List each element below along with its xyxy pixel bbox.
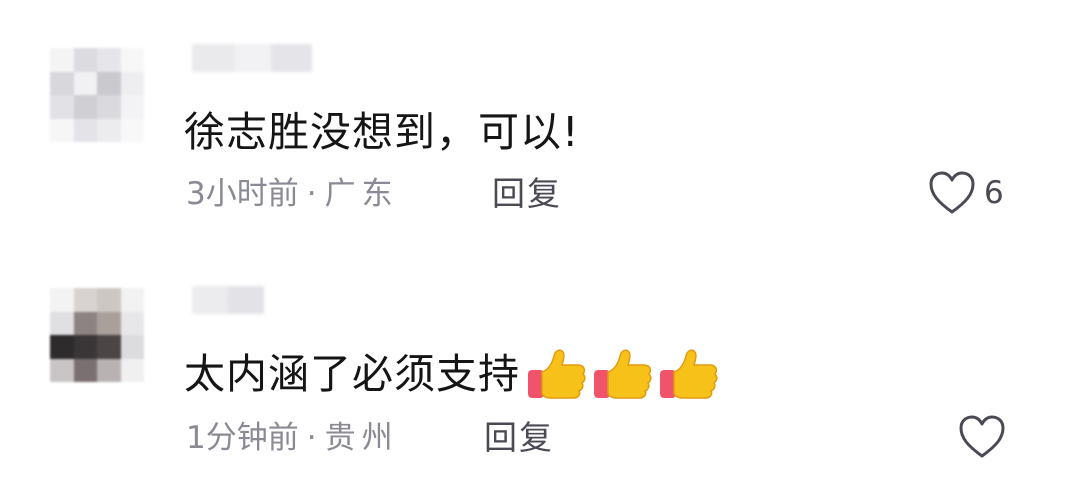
comment-meta: 1分钟前 · 贵州: [186, 418, 399, 458]
avatar[interactable]: [50, 48, 144, 142]
username[interactable]: [192, 286, 264, 314]
comment-time: 3小时前: [186, 176, 299, 212]
comment-item: 太内涵了必须支持 1分钟前 · 贵州 回复: [0, 250, 1078, 502]
heart-icon: [959, 415, 1005, 458]
reaction-emojis: [526, 346, 724, 402]
comment-meta: 3小时前 · 广东: [186, 174, 399, 214]
comment-location: 广东: [324, 176, 399, 212]
like-button[interactable]: 6: [928, 170, 1004, 216]
thumbs-up-icon: [528, 349, 586, 399]
comment-text: 太内涵了必须支持: [184, 346, 724, 402]
comment-item: 徐志胜没想到，可以! 3小时前 · 广东 回复 6: [0, 0, 1078, 250]
comment-text-content: 徐志胜没想到，可以!: [184, 108, 580, 156]
reply-button[interactable]: 回复: [492, 174, 562, 214]
thumbs-up-icon: [660, 349, 718, 399]
reply-button[interactable]: 回复: [484, 418, 554, 458]
avatar[interactable]: [50, 288, 144, 382]
username[interactable]: [192, 44, 312, 72]
comment-text-content: 太内涵了必须支持: [184, 350, 520, 398]
comment-time: 1分钟前: [186, 420, 299, 456]
thumbs-up-icon: [594, 349, 652, 399]
comment-text: 徐志胜没想到，可以!: [184, 104, 579, 160]
meta-separator: ·: [306, 420, 317, 456]
meta-separator: ·: [306, 176, 317, 212]
comment-location: 贵州: [324, 420, 399, 456]
comment-list: 徐志胜没想到，可以! 3小时前 · 广东 回复 6 太内涵了必须支持 1分钟前 …: [0, 0, 1078, 502]
heart-icon: [929, 171, 975, 214]
like-button[interactable]: [958, 414, 1006, 460]
like-count: 6: [984, 175, 1004, 211]
